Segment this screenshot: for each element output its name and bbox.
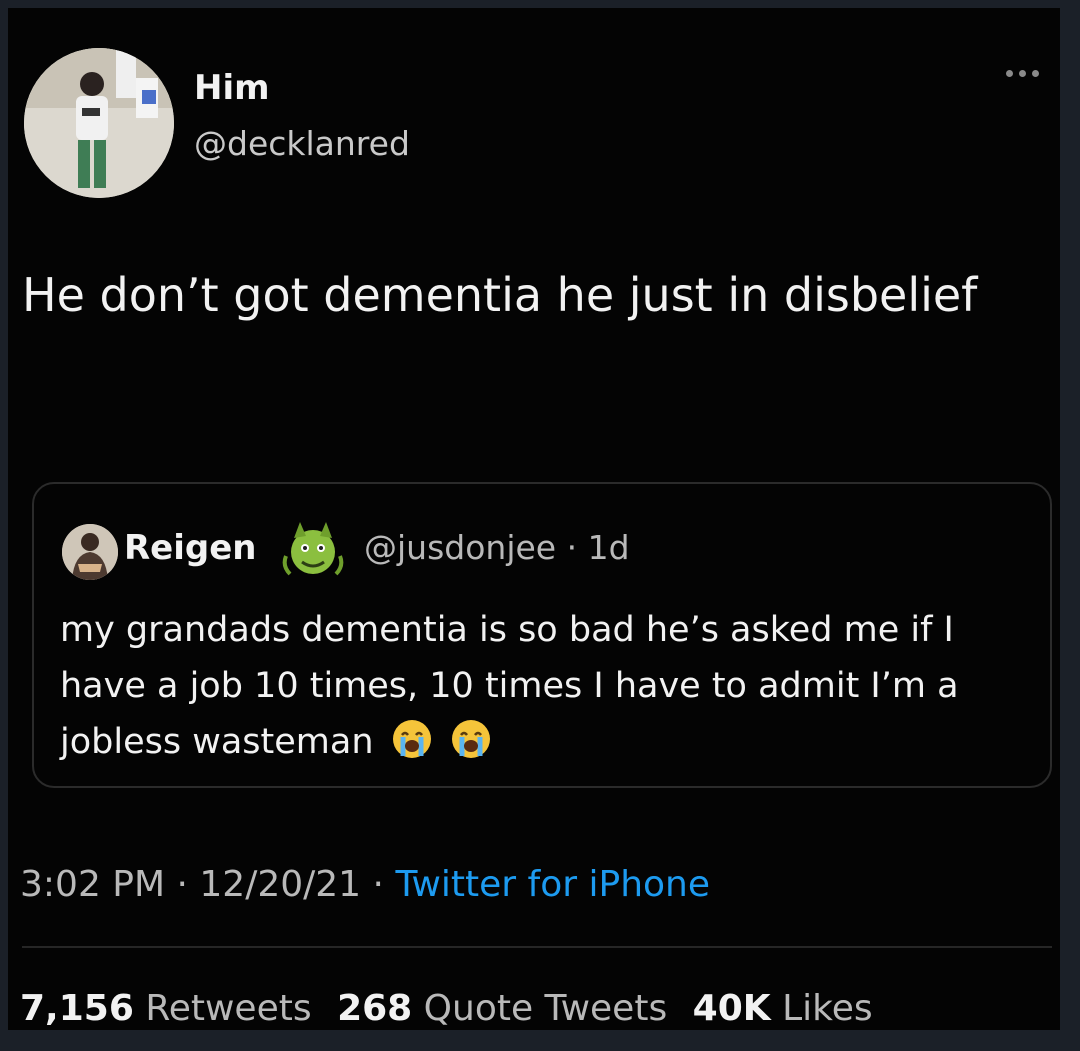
quote-tweets-label: Quote Tweets <box>423 988 668 1029</box>
tweet-source-link[interactable]: Twitter for iPhone <box>395 864 710 905</box>
tweet-card: Him @decklanred He don’t got dementia he… <box>8 8 1060 1030</box>
quote-tweets-count: 268 <box>337 988 413 1029</box>
quoted-tweet-text: my grandads dementia is so bad he’s aske… <box>60 602 1020 770</box>
quote-tweets-stat[interactable]: 268 Quote Tweets <box>337 988 667 1029</box>
meta-separator: · <box>566 528 588 567</box>
avatar-photo <box>24 48 174 198</box>
quoted-text-body: my grandads dementia is so bad he’s aske… <box>60 610 959 762</box>
tweet-date[interactable]: 12/20/21 <box>199 864 361 905</box>
divider <box>22 946 1052 948</box>
likes-label: Likes <box>782 988 873 1029</box>
timestamp-separator: · <box>176 864 200 905</box>
author-avatar[interactable] <box>24 48 174 198</box>
timestamp-separator: · <box>372 864 396 905</box>
quoted-meta: @jusdonjee · 1d <box>364 528 630 567</box>
quoted-avatar-photo <box>62 524 118 580</box>
author-display-name[interactable]: Him <box>194 68 270 108</box>
retweets-stat[interactable]: 7,156 Retweets <box>20 988 312 1029</box>
more-options-icon[interactable] <box>1006 70 1039 77</box>
quoted-display-name[interactable]: Reigen <box>124 528 257 568</box>
quoted-time-ago[interactable]: 1d <box>588 528 630 567</box>
quoted-author-avatar[interactable] <box>62 524 118 580</box>
loudly-crying-face-icon <box>392 720 431 758</box>
retweets-count: 7,156 <box>20 988 134 1029</box>
likes-count: 40K <box>692 988 771 1029</box>
likes-stat[interactable]: 40K Likes <box>693 988 873 1029</box>
dragon-emoji-icon <box>282 522 344 576</box>
tweet-time[interactable]: 3:02 PM <box>20 864 165 905</box>
author-handle[interactable]: @decklanred <box>194 124 410 163</box>
tweet-timestamp: 3:02 PM · 12/20/21 · Twitter for iPhone <box>20 864 710 905</box>
quoted-handle[interactable]: @jusdonjee <box>364 528 556 567</box>
tweet-stats: 7,156 Retweets 268 Quote Tweets 40K Like… <box>20 988 887 1029</box>
retweets-label: Retweets <box>145 988 312 1029</box>
tweet-text: He don’t got dementia he just in disbeli… <box>22 268 978 322</box>
loudly-crying-face-icon <box>451 720 490 758</box>
